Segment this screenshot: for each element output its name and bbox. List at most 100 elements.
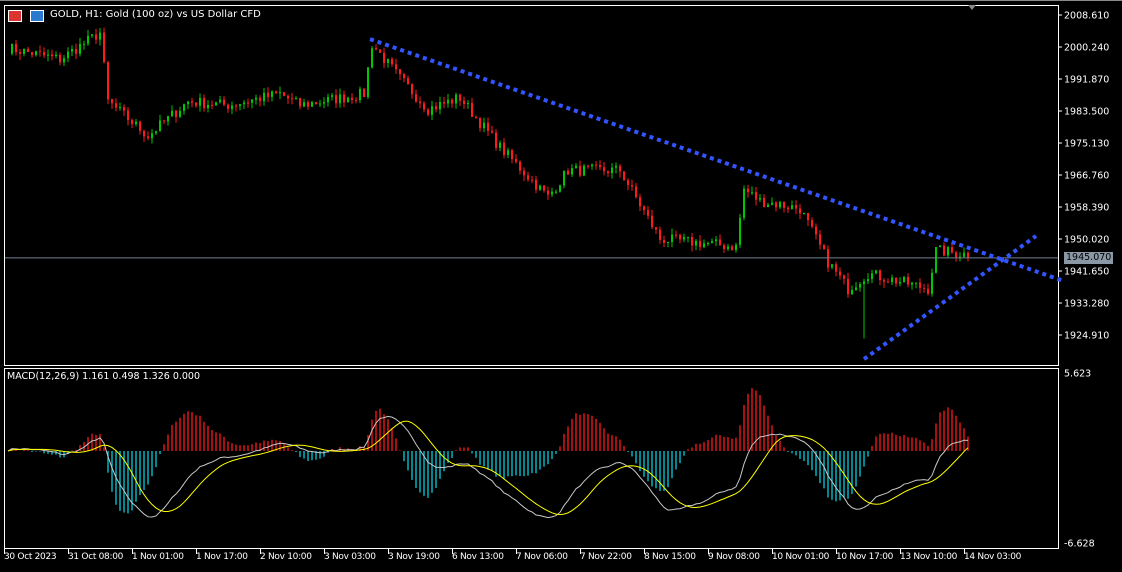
candle-body: [311, 102, 313, 107]
candle-body: [587, 165, 589, 167]
candle-body: [415, 94, 417, 102]
candle-body: [567, 170, 569, 175]
candle-body: [375, 48, 377, 50]
time-label: 1 Nov 17:00: [196, 552, 248, 562]
candle-body: [635, 186, 637, 198]
candle-body: [235, 105, 237, 107]
candle-body: [287, 95, 289, 99]
candle-body: [699, 240, 701, 248]
candle-body: [395, 64, 397, 70]
candle-body: [75, 49, 77, 54]
candle-body: [347, 97, 349, 103]
candle-body: [907, 276, 909, 285]
candle-body: [515, 158, 517, 162]
candle-body: [919, 282, 921, 288]
candle-body: [639, 197, 641, 207]
candle-body: [331, 95, 333, 97]
candle-body: [111, 99, 113, 104]
candle-body: [643, 206, 645, 211]
candle-body: [435, 106, 437, 110]
candle-body: [691, 236, 693, 246]
candle-body: [295, 97, 297, 99]
candle-body: [851, 289, 853, 295]
time-label: 14 Nov 03:00: [964, 552, 1022, 562]
candle-body: [79, 43, 81, 54]
time-label: 7 Nov 06:00: [516, 552, 568, 562]
candle-body: [875, 270, 877, 274]
candle-body: [399, 69, 401, 75]
candle-body: [15, 43, 17, 53]
candle-body: [687, 236, 689, 238]
candle-body: [811, 220, 813, 227]
candle-body: [819, 234, 821, 245]
candle-body: [215, 102, 217, 106]
candle-body: [187, 101, 189, 105]
candle-body: [759, 197, 761, 200]
candle-body: [615, 165, 617, 168]
candle-body: [879, 270, 881, 281]
candle-body: [555, 191, 557, 193]
chart-window[interactable]: GOLD, H1: Gold (100 oz) vs US Dollar CFD…: [0, 0, 1122, 571]
candle-body: [895, 277, 897, 284]
candle-body: [511, 150, 513, 159]
candle-body: [243, 102, 245, 105]
price-tick-label: 1950.020: [1064, 234, 1109, 245]
candle-body: [163, 120, 165, 122]
price-tick-label: 2008.610: [1064, 11, 1109, 22]
candle-body: [927, 288, 929, 294]
candle-body: [787, 207, 789, 210]
candle-body: [767, 204, 769, 208]
candle-body: [607, 171, 609, 174]
candle-body: [799, 208, 801, 214]
candle-body: [551, 191, 553, 195]
candle-body: [627, 180, 629, 186]
candle-body: [151, 133, 153, 139]
candle-body: [935, 247, 937, 273]
time-label: 6 Nov 13:00: [452, 552, 504, 562]
candle-body: [583, 165, 585, 176]
candle-body: [503, 142, 505, 156]
candle-body: [91, 34, 93, 36]
candle-body: [363, 88, 365, 98]
candle-body: [675, 234, 677, 236]
candle-body: [275, 91, 277, 94]
candle-body: [523, 170, 525, 176]
price-tick-label: 1941.650: [1064, 266, 1109, 277]
candle-body: [751, 192, 753, 194]
candle-body: [559, 185, 561, 192]
candle-body: [859, 284, 861, 288]
candle-body: [407, 78, 409, 85]
candle-body: [527, 175, 529, 180]
candle-body: [327, 96, 329, 103]
candle-body: [199, 97, 201, 106]
candle-body: [131, 120, 133, 124]
candle-body: [95, 34, 97, 40]
candle-body: [251, 99, 253, 103]
candle-body: [783, 202, 785, 208]
candle-body: [359, 88, 361, 101]
candle-body: [939, 245, 941, 248]
time-label: 10 Nov 17:00: [836, 552, 894, 562]
candle-body: [119, 107, 121, 109]
candle-body: [595, 164, 597, 166]
candle-body: [443, 102, 445, 104]
candle-body: [455, 94, 457, 104]
candle-body: [71, 49, 73, 52]
trendline: [369, 37, 1065, 284]
candle-body: [139, 121, 141, 131]
candle-body: [519, 161, 521, 171]
candle-body: [855, 287, 857, 290]
candle-body: [963, 252, 965, 257]
candle-body: [467, 103, 469, 105]
candle-body: [695, 240, 697, 246]
candle-body: [731, 246, 733, 251]
candle-body: [771, 202, 773, 205]
time-label: 10 Nov 01:00: [772, 552, 830, 562]
chart-canvas[interactable]: 2008.610 2000.240 1991.870 1983.500 1975.130…: [0, 1, 1122, 572]
candle-body: [231, 105, 233, 110]
candle-body: [255, 97, 257, 100]
candle-body: [871, 273, 873, 280]
candle-body: [835, 264, 837, 272]
candle-body: [815, 226, 817, 235]
candle-body: [211, 104, 213, 106]
